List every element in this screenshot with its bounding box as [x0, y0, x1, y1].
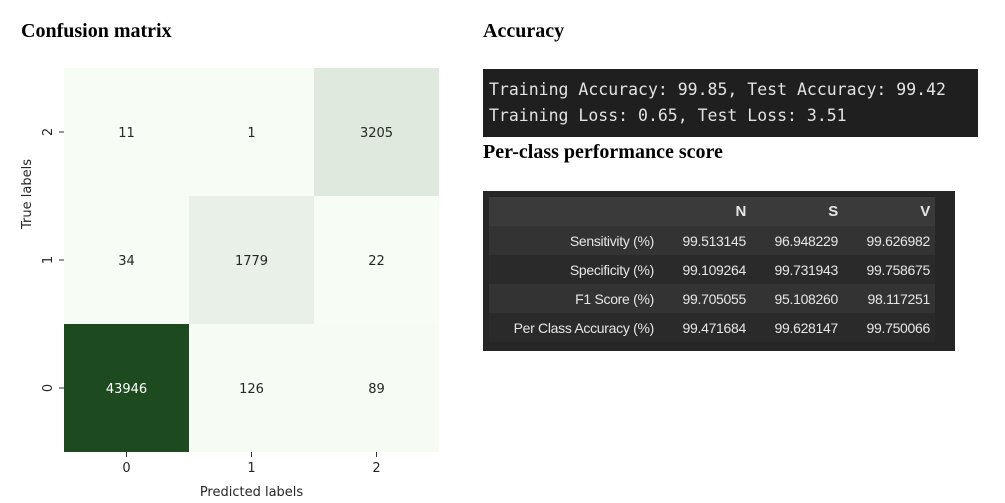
table-cell: 95.108260 — [751, 284, 843, 313]
table-cell: 99.471684 — [659, 313, 751, 342]
accuracy-output-panel: Training Accuracy: 99.85, Test Accuracy:… — [483, 69, 978, 137]
table-cell: 99.513145 — [659, 226, 751, 255]
table-cell: 99.109264 — [659, 255, 751, 284]
table-cell: 99.705055 — [659, 284, 751, 313]
table-row: Specificity (%) 99.109264 99.731943 99.7… — [489, 255, 935, 284]
column-header: N — [659, 197, 751, 226]
y-axis-label: True labels — [20, 159, 35, 230]
table-cell: 99.750066 — [843, 313, 935, 342]
y-tick-label: 0 — [41, 384, 56, 392]
table-cell: 99.758675 — [843, 255, 935, 284]
per-class-table: N S V Sensitivity (%) 99.513145 96.94822… — [489, 197, 935, 342]
x-axis-label: Predicted labels — [200, 485, 304, 500]
table-row: F1 Score (%) 99.705055 95.108260 98.1172… — [489, 284, 935, 313]
table-cell: 96.948229 — [751, 226, 843, 255]
cell-value-label: 126 — [239, 382, 264, 397]
row-label: Specificity (%) — [489, 255, 659, 284]
accuracy-line: Training Accuracy: 99.85, Test Accuracy:… — [489, 80, 946, 99]
cell-value-label: 1 — [247, 126, 255, 141]
cell-value-label: 11 — [118, 126, 135, 141]
column-header: S — [751, 197, 843, 226]
table-cell: 98.117251 — [843, 284, 935, 313]
accuracy-heading: Accuracy — [483, 20, 565, 42]
y-tick-label: 2 — [41, 128, 56, 136]
cell-value-label: 43946 — [106, 382, 147, 397]
column-header — [489, 197, 659, 226]
x-tick-label: 1 — [247, 461, 255, 476]
cell-value-label: 1779 — [235, 254, 268, 269]
per-class-heading: Per-class performance score — [483, 141, 723, 163]
table-header-row: N S V — [489, 197, 935, 226]
cell-value-label: 22 — [368, 254, 385, 269]
table-cell: 99.731943 — [751, 255, 843, 284]
column-header: V — [843, 197, 935, 226]
cell-value-label: 89 — [368, 382, 385, 397]
table-cell: 99.628147 — [751, 313, 843, 342]
cell-value-label: 34 — [118, 254, 135, 269]
x-tick-label: 2 — [372, 461, 380, 476]
per-class-table-panel: N S V Sensitivity (%) 99.513145 96.94822… — [483, 191, 955, 351]
row-label: Sensitivity (%) — [489, 226, 659, 255]
table-row: Sensitivity (%) 99.513145 96.948229 99.6… — [489, 226, 935, 255]
row-label: F1 Score (%) — [489, 284, 659, 313]
x-tick-label: 0 — [122, 461, 130, 476]
table-row: Per Class Accuracy (%) 99.471684 99.6281… — [489, 313, 935, 342]
confusion-matrix-heatmap: 11 1 320534 1779 2243946 126 890 1 2210Predicted… — [20, 68, 439, 500]
table-cell: 99.626982 — [843, 226, 935, 255]
y-tick-label: 1 — [41, 256, 56, 264]
loss-line: Training Loss: 0.65, Test Loss: 3.51 — [489, 106, 847, 125]
cell-value-label: 3205 — [360, 126, 393, 141]
row-label: Per Class Accuracy (%) — [489, 313, 659, 342]
